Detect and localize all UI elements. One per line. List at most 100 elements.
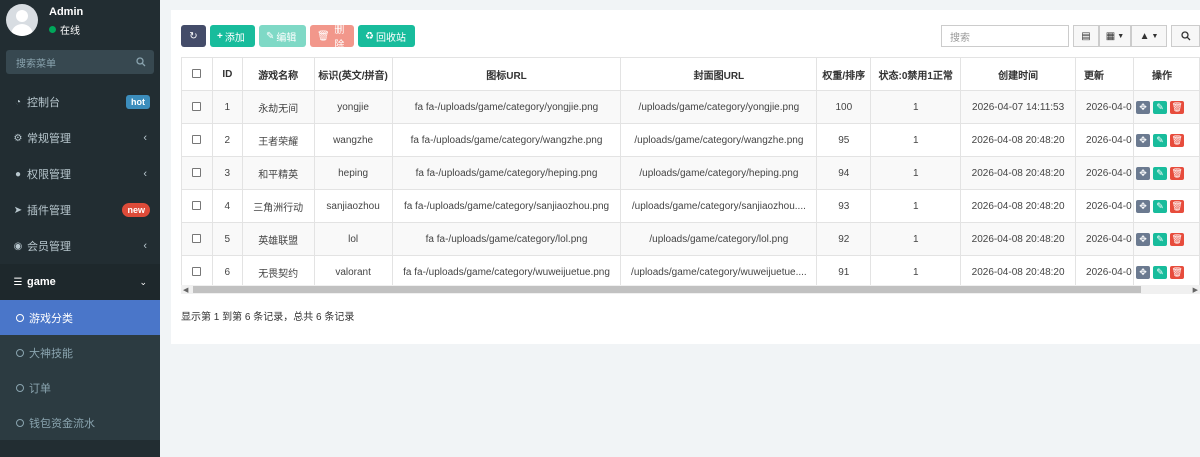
sidebar-item-general[interactable]: ⚙ 常规管理 ‹ [0,120,160,156]
column-header-id[interactable]: ID [211,57,243,91]
delete-icon[interactable]: 🗑 [1170,166,1185,180]
scrollbar-thumb[interactable] [193,286,1141,293]
edit-icon[interactable]: ✎ [1153,133,1168,147]
delete-button[interactable]: 🗑 删除 [310,25,354,51]
row-actions: ✥ ✎ 🗑 [1133,255,1200,289]
delete-icon[interactable]: 🗑 [1170,265,1185,279]
pagination-info: 显示第 1 到第 6 条记录，总共 6 条记录 [181,312,355,323]
row-checkbox[interactable] [181,222,213,256]
column-header-actions: 操作 [1133,57,1200,91]
column-header-status[interactable]: 状态:0禁用1正常 [870,57,962,91]
sidebar-item-addon[interactable]: ➤ 插件管理 new [0,192,160,228]
avatar [6,4,38,36]
hot-badge: hot [126,95,150,109]
sidebar-item-game[interactable]: ☰ game ⌄ [0,264,160,300]
sidebar-subitem-game-category[interactable]: 游戏分类 [0,300,160,335]
table-row: 2 王者荣耀 wangzhe fa fa-/uploads/game/categ… [181,123,1200,157]
chevron-left-icon: ‹ [143,240,147,252]
plus-icon: + [217,30,223,42]
table-row: 4 三角洲行动 sanjiaozhou fa fa-/uploads/game/… [181,189,1200,223]
refresh-icon: ↻ [189,30,198,42]
user-status: 在线 [49,22,80,37]
delete-icon[interactable]: 🗑 [1170,232,1185,246]
row-actions: ✥ ✎ 🗑 [1133,123,1200,157]
sidebar-item-member[interactable]: ◉ 会员管理 ‹ [0,228,160,264]
edit-icon[interactable]: ✎ [1153,265,1168,279]
column-header-slug[interactable]: 标识(英文/拼音) [313,57,393,91]
user-circle-icon: ◉ [13,240,23,252]
circle-icon [16,418,24,427]
table-row: 1 永劫无间 yongjie fa fa-/uploads/game/categ… [181,90,1200,124]
sidebar-menu: ◔ 控制台 hot ⚙ 常规管理 ‹ ● 权限管理 ‹ ➤ 插件管理 new ◉… [0,84,160,440]
column-header-updated[interactable]: 更新 [1075,57,1135,91]
drag-icon[interactable]: ✥ [1136,232,1151,246]
column-header-cover-url[interactable]: 封面图URL [620,57,818,91]
refresh-button[interactable]: ↻ [181,25,206,47]
drag-icon[interactable]: ✥ [1136,265,1151,279]
trash-icon: 🗑 [317,30,330,42]
edit-button[interactable]: ✎ 编辑 [259,25,306,47]
recycle-icon: ♻ [365,30,374,42]
row-checkbox[interactable] [181,90,213,124]
circle-icon [16,313,24,322]
export-icon: ▲ [1139,30,1150,42]
content-panel: ↻ + 添加 ✎ 编辑 🗑 删除 ♻ 回收站 搜索 ▤ ▦ ▼ ▲ ▼ ID 游… [171,10,1200,344]
scroll-right-icon[interactable]: ▶ [1193,286,1198,294]
row-checkbox[interactable] [181,156,213,190]
column-header-name[interactable]: 游戏名称 [241,57,315,91]
edit-icon[interactable]: ✎ [1153,232,1168,246]
edit-icon[interactable]: ✎ [1153,199,1168,213]
edit-icon[interactable]: ✎ [1153,100,1168,114]
sidebar-subitem-skills[interactable]: 大神技能 [0,335,160,370]
column-header-weight[interactable]: 权重/排序 [816,57,872,91]
select-all-checkbox[interactable] [181,57,213,91]
drag-icon[interactable]: ✥ [1136,199,1151,213]
online-status-dot [49,26,56,33]
data-table: ID 游戏名称 标识(英文/拼音) 图标URL 封面图URL 权重/排序 状态:… [181,57,1200,289]
edit-icon[interactable]: ✎ [1153,166,1168,180]
add-button[interactable]: + 添加 [210,25,255,47]
new-badge: new [122,203,150,217]
row-actions: ✥ ✎ 🗑 [1133,90,1200,124]
group-icon: ● [14,168,22,180]
game-submenu: 游戏分类 大神技能 订单 钱包资金流水 [0,300,160,440]
columns-button[interactable]: ▦ ▼ [1099,25,1131,47]
caret-down-icon: ▼ [1117,32,1125,40]
toolbar: ↻ + 添加 ✎ 编辑 🗑 删除 ♻ 回收站 [181,25,415,51]
row-checkbox[interactable] [181,189,213,223]
user-name: Admin [49,6,84,18]
th-icon: ▦ [1105,30,1116,42]
chevron-down-icon: ⌄ [139,277,147,287]
chevron-left-icon: ‹ [143,132,147,144]
delete-icon[interactable]: 🗑 [1170,199,1185,213]
column-header-icon-url[interactable]: 图标URL [391,57,622,91]
drag-icon[interactable]: ✥ [1136,100,1151,114]
drag-icon[interactable]: ✥ [1136,133,1151,147]
sidebar-item-auth[interactable]: ● 权限管理 ‹ [0,156,160,192]
export-button[interactable]: ▲ ▼ [1131,25,1167,47]
toggle-view-button[interactable]: ▤ [1073,25,1099,47]
sidebar-subitem-wallet[interactable]: 钱包资金流水 [0,405,160,440]
user-panel: Admin 在线 [0,0,160,40]
circle-icon [16,383,24,392]
row-actions: ✥ ✎ 🗑 [1133,222,1200,256]
delete-icon[interactable]: 🗑 [1170,133,1185,147]
circle-icon [16,348,24,357]
table-row: 6 无畏契约 valorant fa fa-/uploads/game/cate… [181,255,1200,289]
list-alt-icon: ▤ [1081,30,1091,42]
search-icon[interactable] [136,57,146,67]
caret-down-icon: ▼ [1151,32,1159,40]
sidebar-item-dashboard[interactable]: ◔ 控制台 hot [0,84,160,120]
drag-icon[interactable]: ✥ [1136,166,1151,180]
row-checkbox[interactable] [181,255,213,289]
menu-search-input[interactable]: 搜索菜单 [6,50,154,74]
column-header-created[interactable]: 创建时间 [960,57,1077,91]
delete-icon[interactable]: 🗑 [1170,100,1185,114]
scroll-left-icon[interactable]: ◀ [183,286,188,294]
sidebar-subitem-orders[interactable]: 订单 [0,370,160,405]
horizontal-scrollbar[interactable]: ◀ ▶ [181,285,1200,294]
table-search-input[interactable]: 搜索 [941,25,1069,47]
recycle-bin-button[interactable]: ♻ 回收站 [358,25,415,47]
search-toggle-button[interactable] [1171,25,1200,47]
row-checkbox[interactable] [181,123,213,157]
